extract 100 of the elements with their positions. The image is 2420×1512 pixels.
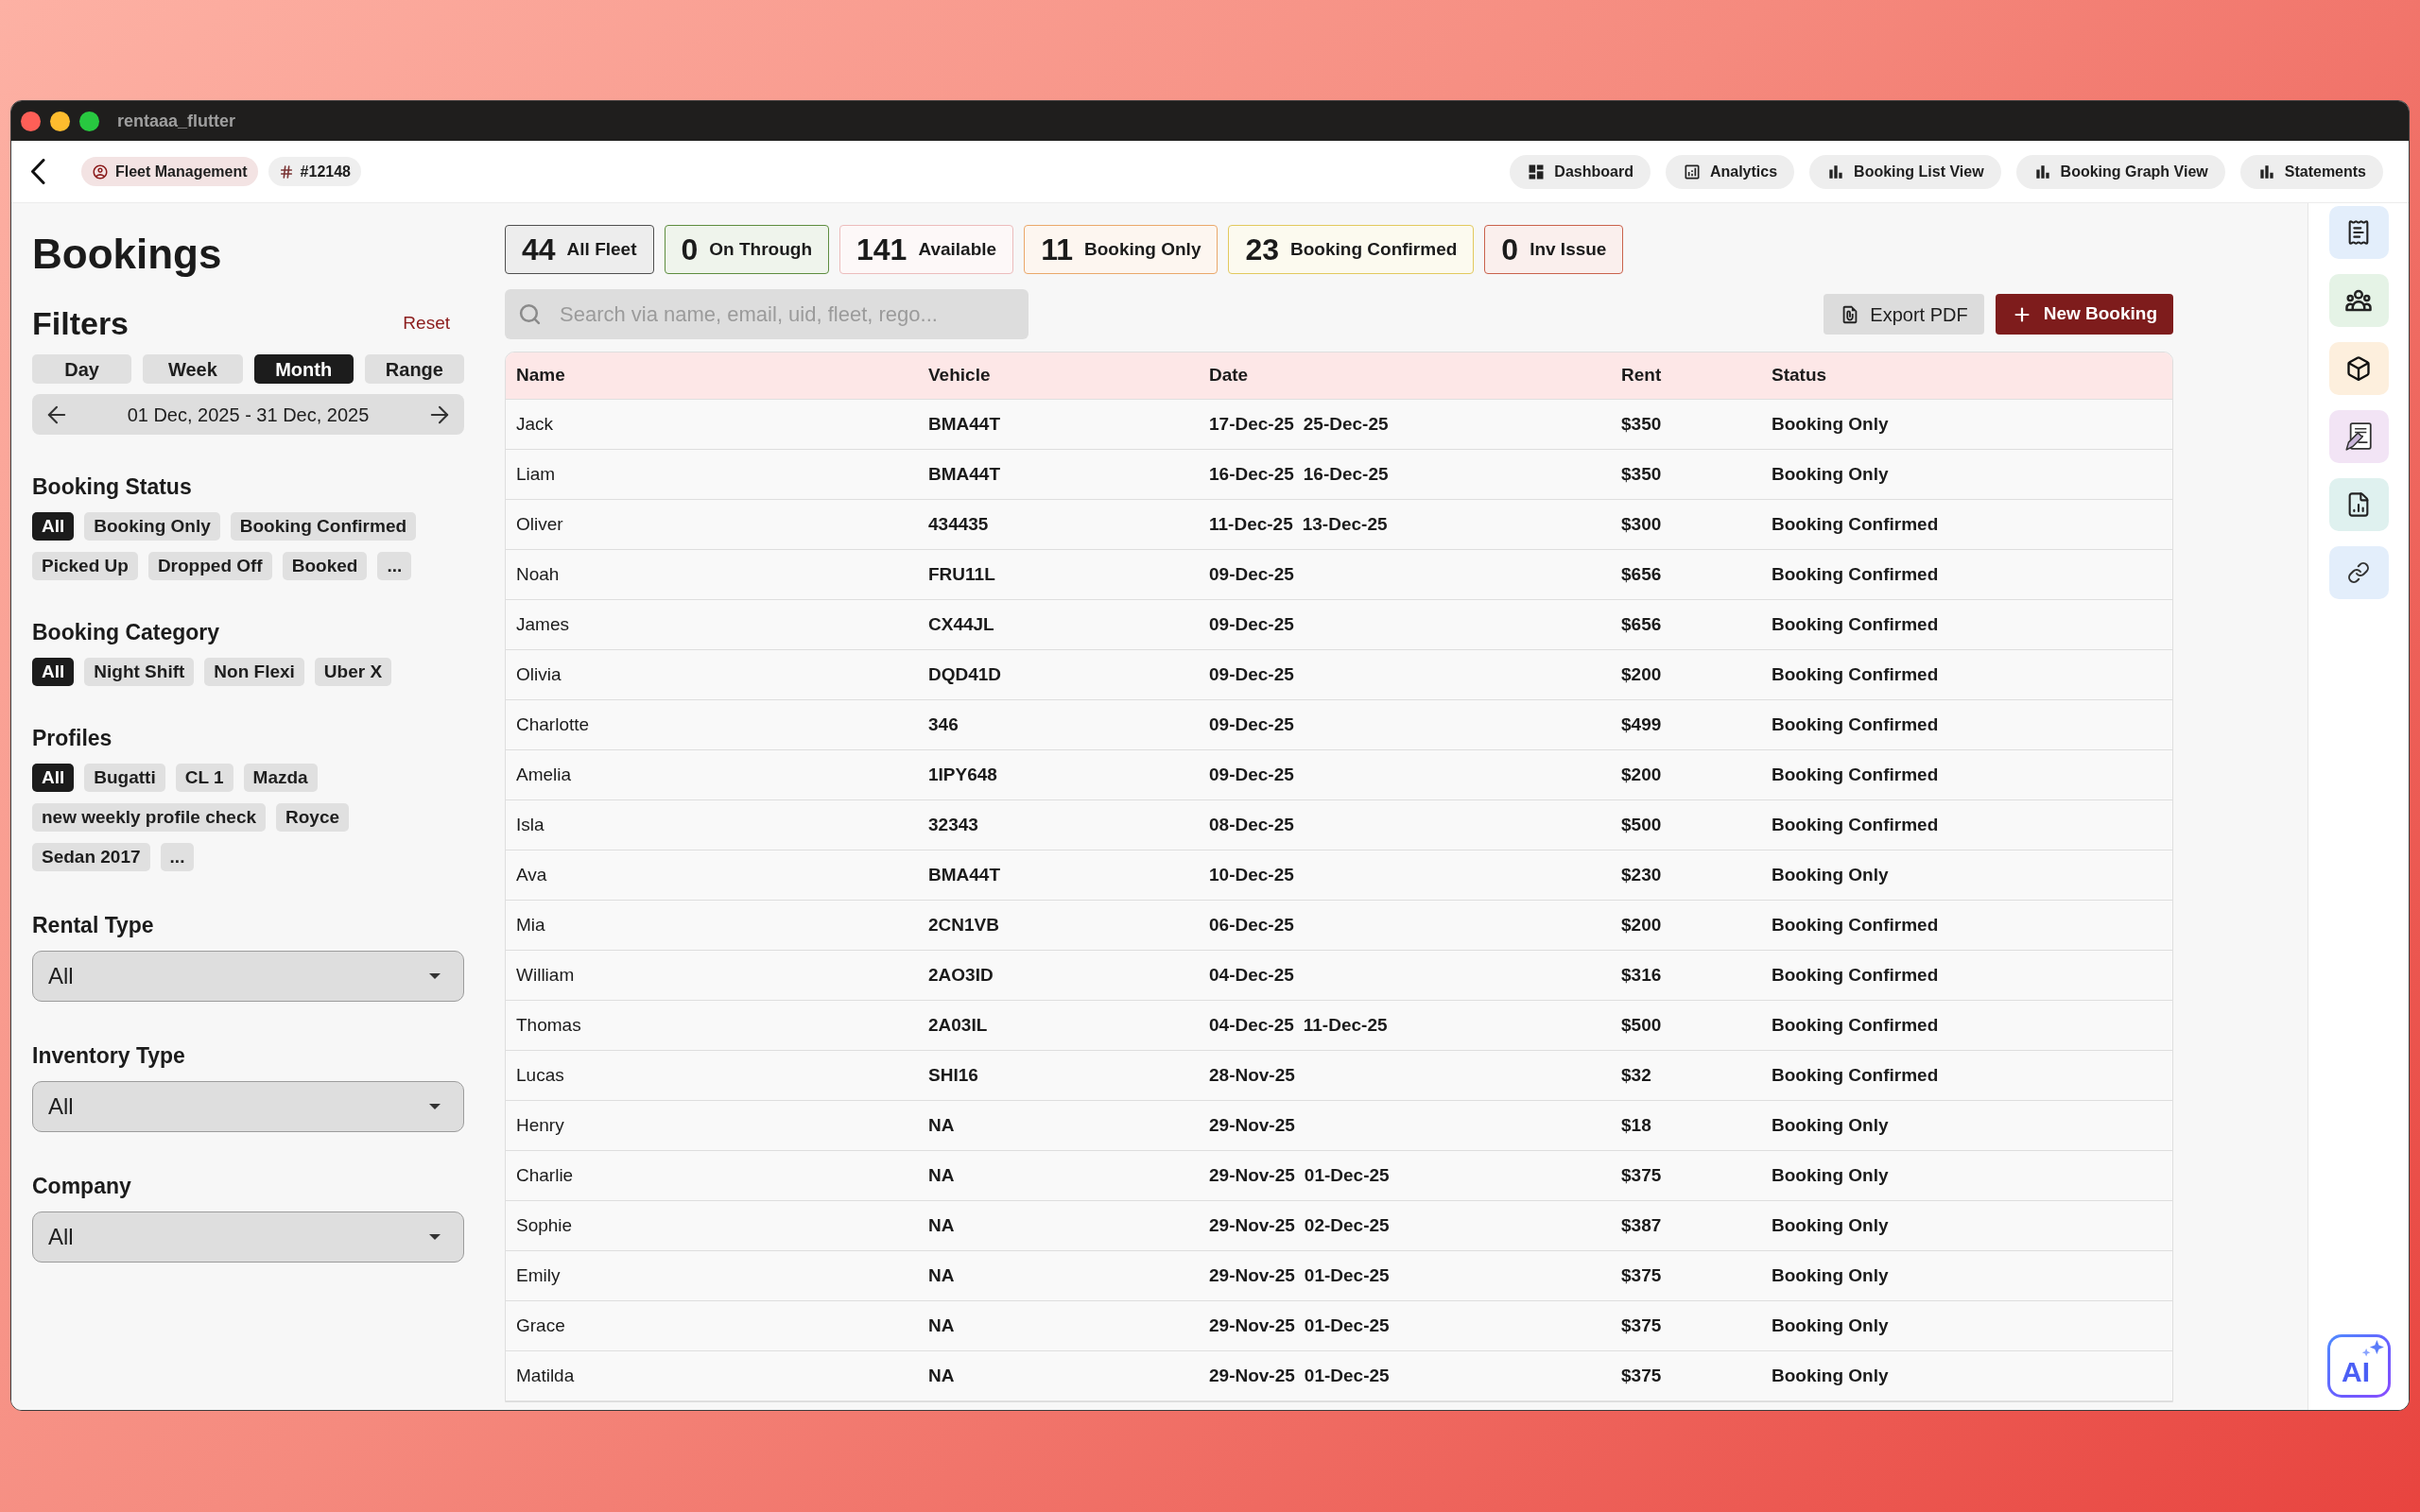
dropdown-field[interactable]: All [32,1081,464,1132]
back-button[interactable] [30,159,45,184]
date-text: 17-Dec-25 [1209,412,1294,436]
view-button[interactable]: Dashboard [1510,154,1651,189]
stat-label: Booking Confirmed [1290,237,1458,261]
table-cell-text: Lucas [516,1063,564,1087]
filter-chip[interactable]: Dropped Off [147,552,272,580]
date-text: 01-Dec-25 [1304,1364,1390,1387]
table-cell-text: Jack [516,412,554,436]
filter-chip[interactable]: All [32,764,75,792]
filter-chip[interactable]: Royce [276,803,350,832]
table-cell-text: Isla [516,813,544,836]
stat-count: 0 [681,234,699,265]
date-text: 13-Dec-25 [1302,512,1388,536]
period-tab[interactable]: Week [143,354,243,384]
filter-chip[interactable]: new weekly profile check [32,803,267,832]
filter-heading: Booking Category [32,619,221,646]
table-cell-text: Amelia [516,763,572,786]
table-cell-text: $375 [1621,1314,1662,1337]
window-title: rentaaa_flutter [117,110,236,132]
table-cell-text: $499 [1621,713,1662,736]
table-cell-text: 32343 [928,813,978,836]
table-cell-text: CX44JL [928,612,994,636]
date-text: 16-Dec-25 [1303,462,1389,486]
breadcrumb-chip[interactable]: Fleet Management [81,157,258,186]
reset-button[interactable]: Reset [403,309,450,337]
rail-button[interactable] [2328,546,2389,599]
dropdown-field[interactable]: All [32,1211,464,1263]
new-booking-button[interactable]: New Booking [1995,294,2173,335]
table-cell-text: $500 [1621,813,1662,836]
period-tab[interactable]: Day [32,354,132,384]
table-cell-text: James [516,612,569,636]
period-tab[interactable]: Month [253,354,354,384]
rail-button[interactable] [2328,410,2389,463]
rail-button[interactable] [2328,478,2389,531]
filter-chip[interactable]: CL 1 [175,764,233,792]
filter-chip[interactable]: Bugatti [84,764,165,792]
period-tab[interactable]: Range [364,354,464,384]
table-cell-text: $300 [1621,512,1662,536]
filter-chip[interactable]: Booked [282,552,368,580]
filter-chip[interactable]: Booking Only [84,512,220,541]
minimize-window-button[interactable] [50,111,70,131]
ai-button[interactable]: AI [2326,1334,2391,1398]
rail-button[interactable] [2328,274,2389,327]
view-button[interactable]: Booking List View [1809,154,2001,189]
table-cell-text: Booking Only [1772,1364,1889,1387]
filter-chip[interactable]: ... [377,552,412,580]
table-cell-text: Liam [516,462,556,486]
table-cell-text: $200 [1621,662,1662,686]
filter-chip[interactable]: Non Flexi [204,658,304,686]
table-cell-text: Booking Confirmed [1772,813,1939,836]
filter-chip[interactable]: ... [160,843,195,871]
table-cell-text: Booking Only [1772,863,1889,886]
table-cell-text: Booking Confirmed [1772,963,1939,987]
table-cell-text: FRU11L [928,562,995,586]
view-button[interactable]: Statements [2239,154,2383,189]
stat-label: Inv Issue [1530,237,1607,261]
zoom-window-button[interactable] [79,111,99,131]
table-cell-text: William [516,963,575,987]
stat-count: 141 [856,234,908,265]
filter-chip[interactable]: All [32,658,75,686]
search-field[interactable]: Search via name, email, uid, fleet, rego... [505,289,1028,339]
table-cell-text: Henry [516,1113,564,1137]
filter-heading: Profiles [32,725,113,752]
table-cell-text: Booking Only [1772,1163,1889,1187]
view-button[interactable]: Analytics [1665,154,1795,189]
filter-chip[interactable]: Night Shift [84,658,195,686]
date-text: 29-Nov-25 [1209,1364,1295,1387]
table-cell-text: Emily [516,1263,561,1287]
filter-chip[interactable]: Uber X [314,658,392,686]
breadcrumb-chip[interactable]: #12148 [268,157,361,186]
date-text: 11-Dec-25 [1209,512,1293,536]
date-text: 09-Dec-25 [1209,662,1294,686]
date-text: 29-Nov-25 [1209,1113,1295,1137]
table-cell-text: Booking Confirmed [1772,662,1939,686]
filter-chip[interactable]: All [32,512,75,541]
rail-button[interactable] [2328,206,2389,259]
table-cell-text: Thomas [516,1013,581,1037]
table-cell-text: BMA44T [928,412,1000,436]
page-title: Bookings [32,230,223,279]
filter-chip[interactable]: Booking Confirmed [230,512,417,541]
rail-button[interactable] [2328,342,2389,395]
table-cell-text: $375 [1621,1263,1662,1287]
close-window-button[interactable] [21,111,41,131]
view-button[interactable]: Booking Graph View [2015,154,2225,189]
export-button[interactable]: Export PDF [1824,294,1984,335]
dropdown-field[interactable]: All [32,951,464,1002]
table-cell-text: $18 [1621,1113,1651,1137]
date-text: 09-Dec-25 [1209,612,1294,636]
filter-chip[interactable]: Mazda [243,764,318,792]
table-cell-text: Grace [516,1314,565,1337]
filter-chip[interactable]: Sedan 2017 [32,843,150,871]
table-cell-text: Charlotte [516,713,590,736]
table-cell-text: BMA44T [928,462,1000,486]
table-cell-text: $200 [1621,763,1662,786]
table-cell-text: NA [928,1113,955,1137]
table-cell-text: Booking Only [1772,1113,1889,1137]
date-text: 01-Dec-25 [1304,1163,1390,1187]
table-cell-text: $350 [1621,412,1662,436]
filter-chip[interactable]: Picked Up [32,552,138,580]
